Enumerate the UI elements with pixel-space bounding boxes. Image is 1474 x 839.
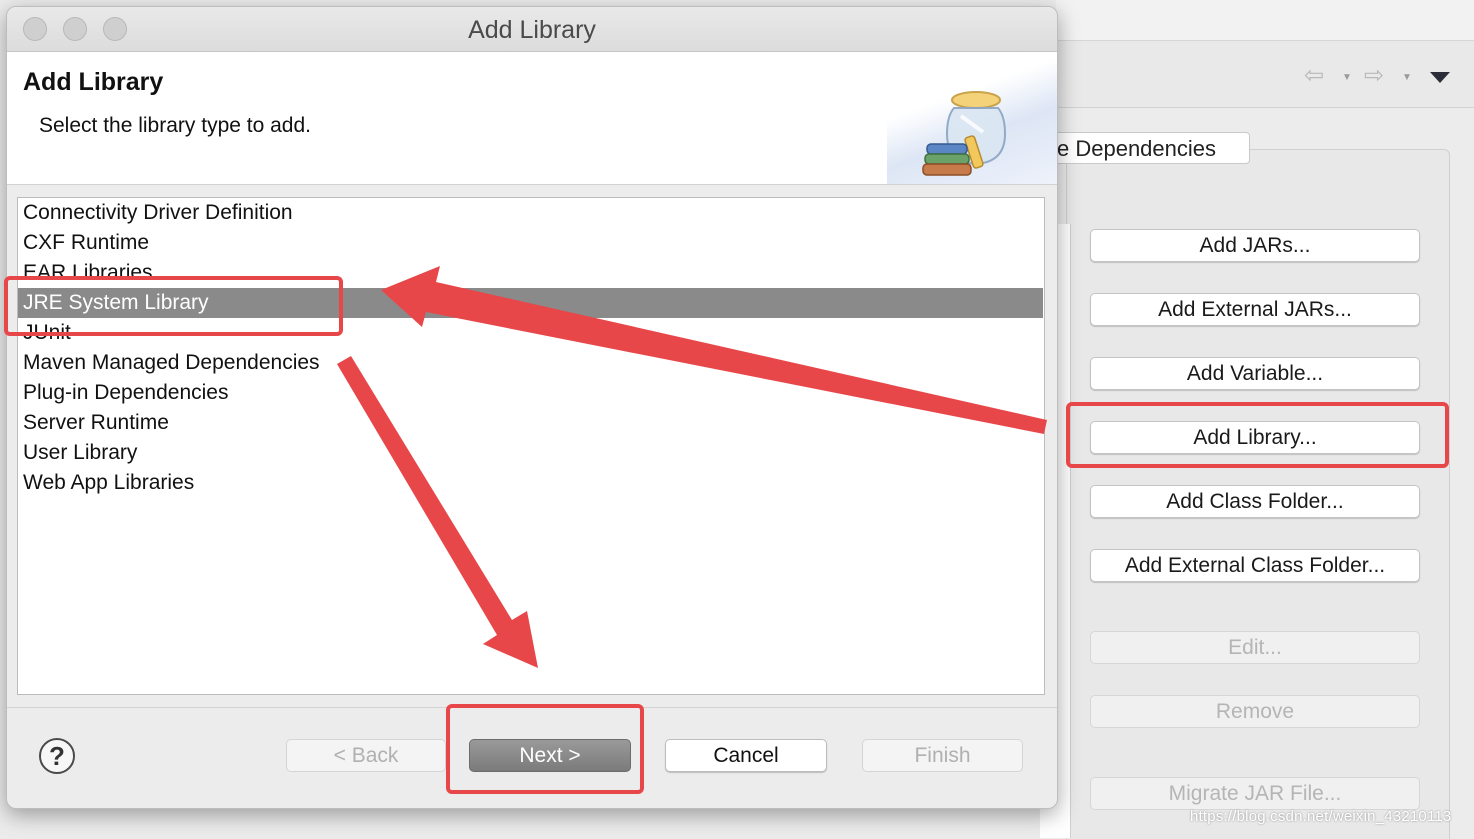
annotation-arrows bbox=[337, 266, 1047, 668]
arrow-to-next-button bbox=[337, 356, 538, 668]
arrow-to-jre-library bbox=[381, 266, 1047, 434]
